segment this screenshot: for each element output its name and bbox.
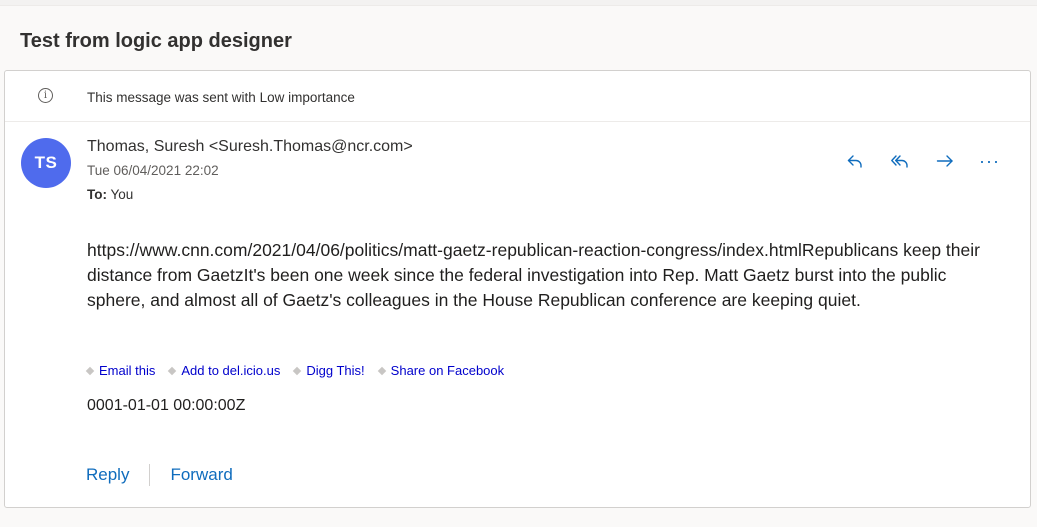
recipients-line: To: You: [87, 187, 133, 202]
bullet-icon: [85, 366, 95, 375]
share-link-email[interactable]: Email this: [85, 363, 155, 378]
share-link-label[interactable]: Share on Facebook: [391, 363, 504, 378]
bullet-icon: [293, 366, 302, 375]
share-link-label[interactable]: Digg This!: [306, 363, 364, 378]
divider: [149, 464, 151, 486]
email-subject: Test from logic app designer: [20, 30, 292, 52]
to-value[interactable]: You: [111, 187, 134, 202]
importance-info-bar: i This message was sent with Low importa…: [5, 71, 1030, 122]
share-link-facebook[interactable]: Share on Facebook: [377, 363, 504, 378]
forward-button[interactable]: Forward: [170, 465, 232, 485]
share-link-label[interactable]: Email this: [99, 363, 155, 378]
reply-all-icon[interactable]: [877, 149, 922, 173]
share-link-label[interactable]: Add to del.icio.us: [181, 363, 280, 378]
share-link-digg[interactable]: Digg This!: [293, 363, 365, 378]
to-label: To:: [87, 187, 107, 202]
top-bar: [0, 0, 1037, 6]
share-link-delicious[interactable]: Add to del.icio.us: [168, 363, 280, 378]
info-icon: i: [38, 88, 53, 103]
more-options-icon[interactable]: ···: [967, 149, 1012, 173]
message-card: i This message was sent with Low importa…: [4, 70, 1031, 508]
message-timestamp: 0001-01-01 00:00:00Z: [87, 397, 246, 414]
share-links: Email this Add to del.icio.us Digg This!…: [85, 363, 504, 378]
reply-forward-bar: Reply Forward: [86, 464, 233, 486]
forward-icon[interactable]: [922, 149, 967, 173]
sent-date: Tue 06/04/2021 22:02: [87, 163, 219, 178]
bullet-icon: [168, 366, 177, 375]
message-body: https://www.cnn.com/2021/04/06/politics/…: [87, 240, 980, 310]
avatar[interactable]: TS: [21, 138, 71, 188]
importance-text: This message was sent with Low importanc…: [87, 90, 355, 105]
reply-icon[interactable]: [832, 149, 877, 173]
bullet-icon: [377, 366, 386, 375]
sender-name[interactable]: Thomas, Suresh <Suresh.Thomas@ncr.com>: [87, 138, 413, 156]
message-actions: ···: [832, 149, 1012, 173]
reply-button[interactable]: Reply: [86, 465, 129, 485]
